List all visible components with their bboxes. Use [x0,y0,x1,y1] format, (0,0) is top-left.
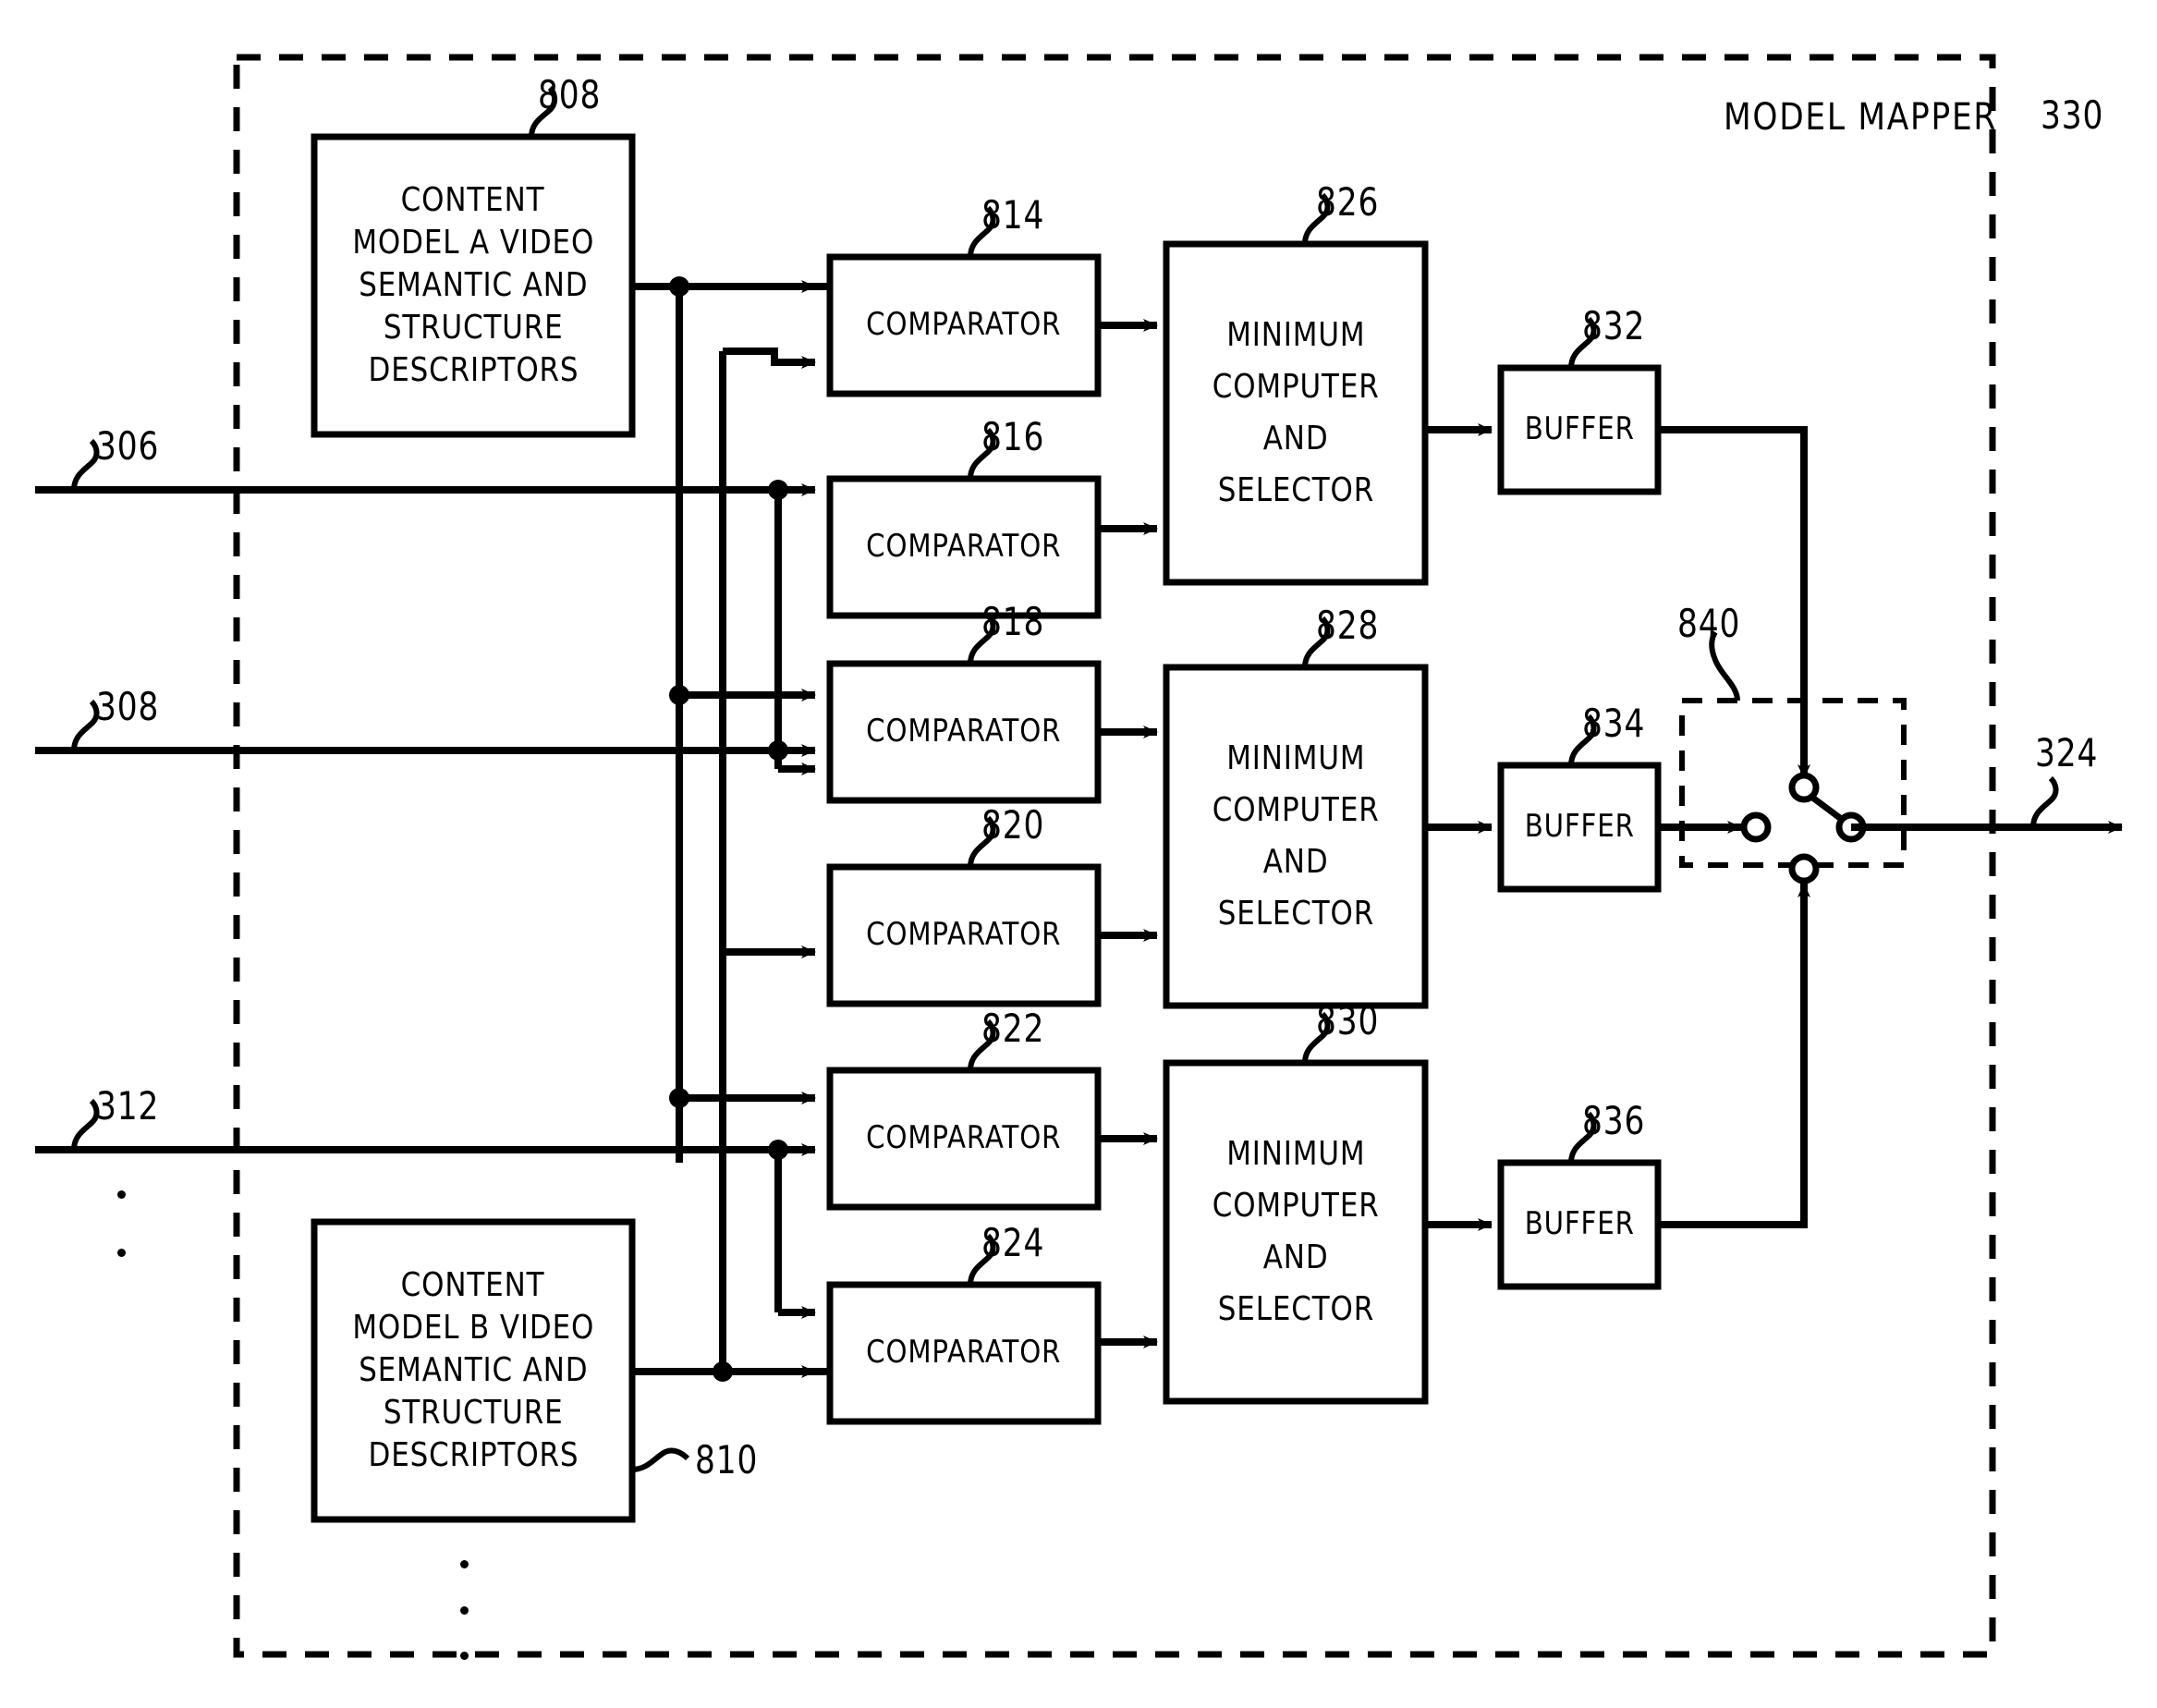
content-model-b-block [311,1218,636,1523]
switch-contact-bottom[interactable] [1788,853,1820,884]
ref-810: 810 [695,1437,759,1482]
leader-312 [71,1098,100,1151]
ref-834: 834 [1582,701,1646,746]
comparator-816 [826,475,1102,619]
minimum-selector-828 [1163,664,1429,1009]
leader-810 [631,1447,690,1472]
ref-306: 306 [96,423,160,469]
comparator-814 [826,253,1102,397]
comparator-822 [826,1067,1102,1211]
switch-blade[interactable] [1809,794,1846,824]
patent-figure: MODEL MAPPER 330 CONTENT MODEL A VIDEO S… [0,0,2157,1708]
ref-816: 816 [981,414,1045,459]
ref-820: 820 [981,802,1045,848]
ref-312: 312 [96,1083,160,1128]
comparator-818 [826,660,1102,804]
ref-830: 830 [1316,998,1380,1043]
ref-828: 828 [1316,603,1380,648]
ref-308: 308 [96,684,160,729]
ellipsis-models [457,1560,470,1660]
comparator-820 [826,863,1102,1007]
diagram-canvas [35,54,2123,1658]
comparator-824 [826,1281,1102,1425]
leader-308 [71,699,100,751]
ref-822: 822 [981,1006,1045,1051]
ref-832: 832 [1582,303,1646,348]
wire-836-to-switch [1658,889,1808,1228]
content-model-a-block [311,133,636,438]
ref-808: 808 [538,72,602,117]
ellipsis-inputs [115,1190,128,1257]
ref-818: 818 [981,599,1045,644]
buffer-836 [1497,1159,1662,1290]
leader-324 [2030,775,2059,828]
ref-814: 814 [981,192,1045,238]
frame-title-model-mapper: MODEL MAPPER [1724,96,1998,139]
ref-826: 826 [1316,179,1380,225]
ref-824: 824 [981,1220,1045,1265]
switch-contact-center[interactable] [1740,811,1772,843]
ref-840: 840 [1677,601,1741,646]
minimum-selector-826 [1163,240,1429,586]
ref-330: 330 [2041,92,2104,138]
leader-306 [71,438,100,491]
ref-324: 324 [2035,730,2099,775]
minimum-selector-830 [1163,1059,1429,1405]
ref-836: 836 [1582,1098,1646,1143]
buffer-832 [1497,364,1662,495]
buffer-834 [1497,762,1662,893]
